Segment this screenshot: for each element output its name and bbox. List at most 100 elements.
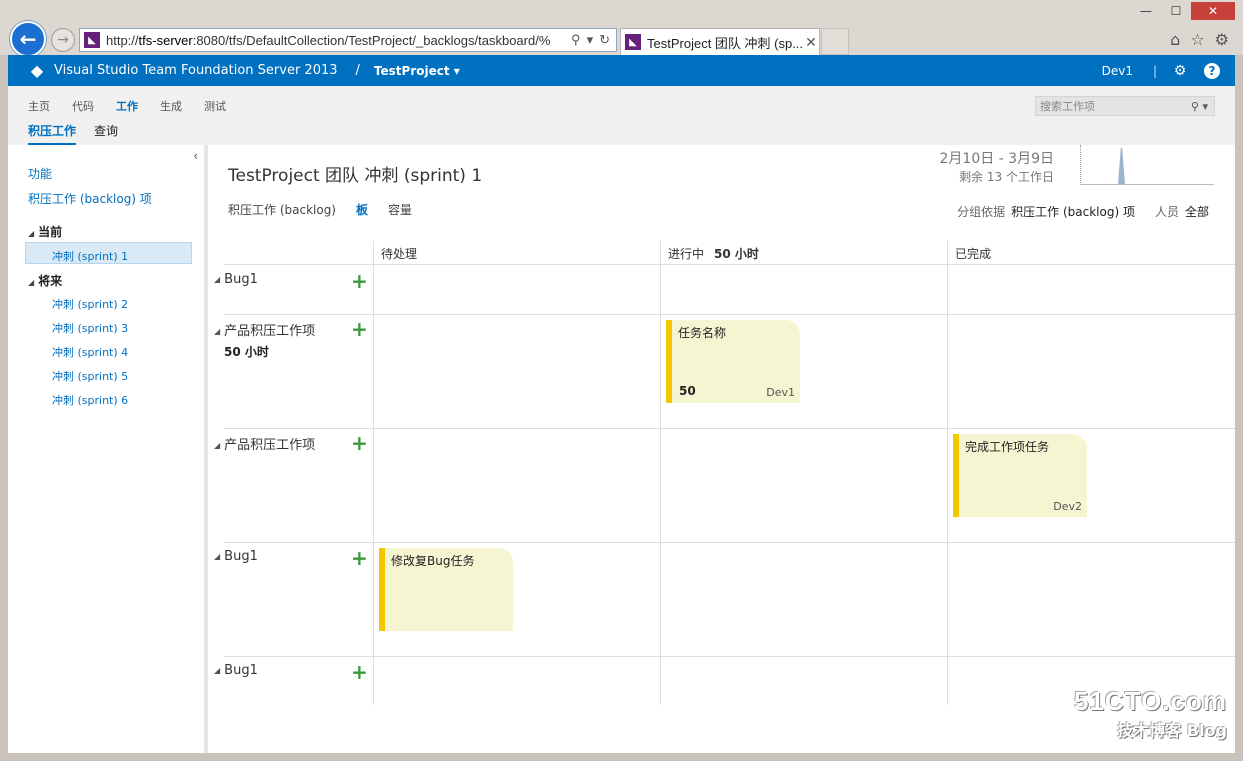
nav-link-backlog-items[interactable]: 积压工作 (backlog) 项 [28,190,152,207]
watermark-tagline-text: 技术博客 [1117,721,1182,740]
back-button[interactable]: ← [10,21,46,57]
row-title: 产品积压工作项 [224,324,316,339]
grid-line [373,241,374,705]
row-label[interactable]: ◢ 产品积压工作项 [214,434,315,453]
nav-link-features[interactable]: 功能 [28,165,52,182]
hub-build[interactable]: 生成 [160,98,182,114]
address-bar[interactable]: ◣ http://tfs-server:8080/tfs/DefaultColl… [79,28,617,52]
hub-code[interactable]: 代码 [72,98,94,114]
row-title: 产品积压工作项 [224,438,316,453]
search-placeholder: 搜索工作项 [1040,100,1095,113]
watermark-tagline: 技术博客 Blog [1074,717,1227,741]
watermark-site: 51CTO.com [1073,686,1227,716]
admin-gear-icon[interactable]: ⚙ [1171,62,1189,80]
url-path: :8080/tfs/DefaultCollection/TestProject/… [192,32,551,48]
card-title: 任务名称 [678,326,727,340]
view-board[interactable]: 板 [356,201,368,218]
collapse-triangle-icon[interactable]: ◢ [214,552,220,561]
tab-title: TestProject 团队 冲刺 (sp... [647,35,803,51]
hub-test[interactable]: 测试 [204,98,226,114]
sprint-4-link[interactable]: 冲刺 (sprint) 4 [52,344,128,360]
site-favicon-icon: ◣ [84,32,100,48]
dropdown-icon[interactable]: ▾ [587,32,594,48]
sprint-6-link[interactable]: 冲刺 (sprint) 6 [52,392,128,408]
search-icon[interactable]: ⚲ ▾ [1191,100,1214,113]
new-tab-button[interactable] [821,28,849,55]
row-title: Bug1 [224,663,258,678]
add-task-plus-icon[interactable]: + [351,433,368,453]
group-by-selector[interactable]: 积压工作 (backlog) 项 [1011,203,1135,220]
arrow-left-icon: ← [19,27,37,51]
home-icon[interactable]: ⌂ [1170,30,1180,49]
hub-home[interactable]: 主页 [28,98,50,114]
view-capacity[interactable]: 容量 [388,201,412,218]
help-button[interactable]: ? [1203,62,1221,80]
refresh-icon[interactable]: ↻ [599,32,610,48]
burndown-mini-chart[interactable] [1080,145,1214,185]
task-card[interactable]: 任务名称 50 Dev1 [666,320,800,403]
row-label[interactable]: ◢ Bug1 [214,549,258,564]
browser-chrome: — ☐ ✕ ← → ◣ http://tfs-server:8080/tfs/D… [0,0,1243,57]
grid-line [224,314,1235,315]
sprint-1-link[interactable]: 冲刺 (sprint) 1 [52,248,128,264]
visual-studio-logo-icon: ◆ [30,61,44,80]
card-assigned-to[interactable]: Dev1 [766,386,795,399]
card-title: 完成工作项任务 [965,440,1050,454]
product-name: Visual Studio Team Foundation Server 201… [54,63,338,78]
card-remaining-work[interactable]: 50 [679,384,696,398]
add-task-plus-icon[interactable]: + [351,662,368,682]
close-window-button[interactable]: ✕ [1191,2,1235,20]
sprint-dates: 2月10日 - 3月9日 [939,151,1055,167]
tab-close-icon[interactable]: ✕ [803,34,819,51]
browser-tab[interactable]: ◣ TestProject 团队 冲刺 (sp... ✕ [620,28,820,55]
tab-favicon-icon: ◣ [625,34,641,50]
column-name: 进行中 [668,247,705,261]
sprint-5-link[interactable]: 冲刺 (sprint) 5 [52,368,128,384]
current-heading[interactable]: ◢ 当前 [28,223,62,240]
user-name[interactable]: Dev1 [1102,64,1133,78]
hub-bar: 主页 代码 工作 生成 测试 积压工作 查询 搜索工作项 ⚲ ▾ [8,86,1235,146]
watermark: 51CTO.com 技术博客 Blog [1074,686,1227,741]
add-task-plus-icon[interactable]: + [351,548,368,568]
collapse-triangle-icon[interactable]: ◢ [214,275,220,284]
card-assigned-to[interactable]: Dev2 [1053,500,1082,513]
grid-line [660,241,661,705]
favorites-star-icon[interactable]: ☆ [1190,30,1204,49]
collapse-triangle-icon[interactable]: ◢ [214,327,220,336]
sprint-remaining-days: 剩余 13 个工作日 [959,170,1054,184]
hub-work[interactable]: 工作 [116,98,138,114]
row-label[interactable]: ◢ 产品积压工作项 [214,320,315,339]
future-heading[interactable]: ◢ 将来 [28,272,62,289]
current-heading-label: 当前 [38,225,63,239]
row-label[interactable]: ◢ Bug1 [214,272,258,287]
address-url: http://tfs-server:8080/tfs/DefaultCollec… [106,33,565,48]
future-heading-label: 将来 [38,274,63,288]
add-task-plus-icon[interactable]: + [351,319,368,339]
tab-backlogs[interactable]: 积压工作 [28,122,77,146]
project-selector[interactable]: TestProject ▾ [374,64,460,78]
sprint-3-link[interactable]: 冲刺 (sprint) 3 [52,320,128,336]
add-task-plus-icon[interactable]: + [351,271,368,291]
people-selector[interactable]: 全部 [1185,203,1209,220]
grid-line [224,656,1235,657]
forward-button[interactable]: → [51,28,75,52]
column-header-in-progress: 进行中 50 小时 [668,245,759,262]
grid-line [947,241,948,705]
minimize-button[interactable]: — [1131,2,1161,20]
collapse-triangle-icon[interactable]: ◢ [214,666,220,675]
app-header: ◆ Visual Studio Team Foundation Server 2… [8,55,1235,86]
sprint-2-link[interactable]: 冲刺 (sprint) 2 [52,296,128,312]
view-backlog[interactable]: 积压工作 (backlog) [228,201,336,218]
collapse-triangle-icon[interactable]: ◢ [214,441,220,450]
url-host: tfs-server [138,32,193,48]
collapse-pane-icon[interactable]: ‹ [193,149,198,163]
row-label[interactable]: ◢ Bug1 [214,663,258,678]
tab-queries[interactable]: 查询 [94,122,118,146]
settings-gear-icon[interactable]: ⚙ [1215,30,1229,49]
task-card[interactable]: 完成工作项任务 Dev2 [953,434,1087,517]
search-icon[interactable]: ⚲ [571,32,581,48]
task-card[interactable]: 修改复Bug任务 [379,548,513,631]
column-header-row: 待处理 进行中 50 小时 已完成 [224,241,1235,265]
work-item-search[interactable]: 搜索工作项 ⚲ ▾ [1035,96,1215,116]
maximize-button[interactable]: ☐ [1161,2,1191,20]
